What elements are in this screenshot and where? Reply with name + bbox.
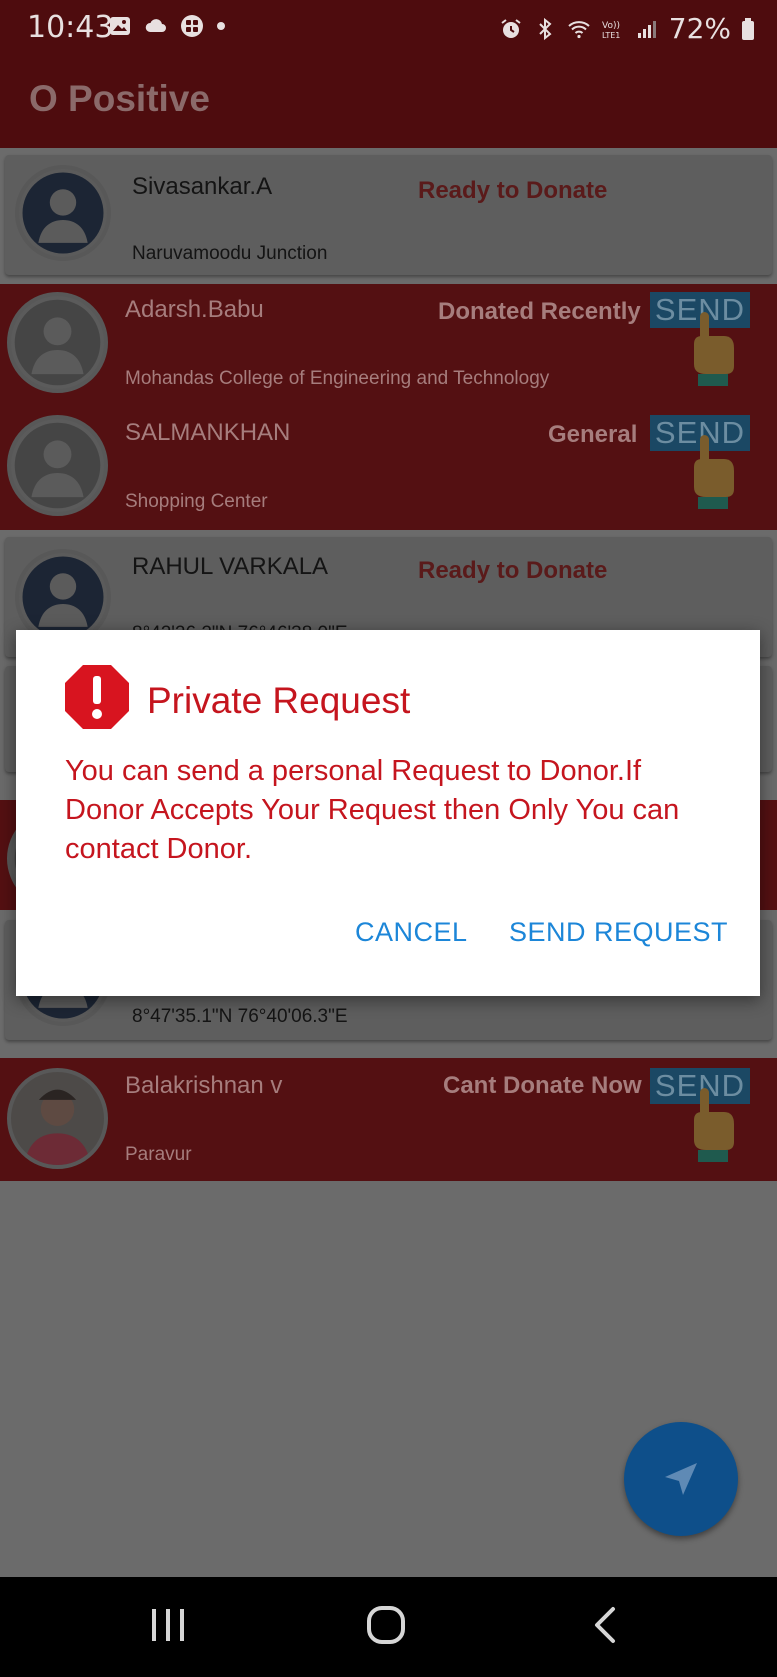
donor-name: RAHUL VARKALA <box>132 553 329 580</box>
volte-icon: Vo))LTE1 <box>602 21 620 40</box>
donor-status: Donated Recently <box>438 298 641 325</box>
donor-row[interactable]: Balakrishnan v Cant Donate Now Paravur S… <box>0 1058 777 1181</box>
avatar <box>7 415 108 516</box>
donor-status: Ready to Donate <box>418 557 608 584</box>
dot-icon <box>217 22 225 30</box>
svg-text:LTE1: LTE1 <box>602 31 620 40</box>
status-left-icons <box>108 14 226 38</box>
donor-name: Adarsh.Babu <box>125 296 264 323</box>
avatar <box>15 165 111 261</box>
donor-location: Paravur <box>125 1144 192 1165</box>
person-placeholder-icon <box>11 296 104 389</box>
person-placeholder-icon <box>19 169 107 257</box>
cloud-icon <box>145 19 166 32</box>
donor-row[interactable]: SALMANKHAN General Shopping Center SEND <box>0 407 777 530</box>
wifi-icon <box>568 20 590 38</box>
app-grid-icon <box>181 15 203 37</box>
tap-hand-icon <box>694 435 734 509</box>
status-bar: 10:43 Vo)) LTE1 72% <box>0 0 777 60</box>
error-octagon-icon <box>65 665 129 729</box>
avatar-photo <box>7 1068 108 1169</box>
person-placeholder-icon <box>19 553 107 641</box>
donor-row[interactable]: Adarsh.Babu Donated Recently Mohandas Co… <box>0 284 777 407</box>
system-nav-bar <box>0 1577 777 1677</box>
navigate-fab[interactable] <box>624 1422 738 1536</box>
status-right-icons: Vo)) LTE1 72% <box>499 12 755 45</box>
cancel-button[interactable]: CANCEL <box>355 917 468 948</box>
alarm-icon <box>501 18 521 38</box>
svg-text:Vo)): Vo)) <box>602 21 620 31</box>
donor-location: Naruvamoodu Junction <box>132 243 328 264</box>
donor-name: Sivasankar.A <box>132 173 273 200</box>
tap-hand-icon <box>694 1088 734 1162</box>
donor-name: SALMANKHAN <box>125 419 291 446</box>
bluetooth-icon <box>539 17 552 40</box>
page-title: O Positive <box>29 78 210 119</box>
donor-location: Mohandas College of Engineering and Tech… <box>125 368 550 389</box>
battery-icon <box>742 17 754 40</box>
navigation-arrow-icon <box>665 1463 697 1495</box>
donor-status: General <box>548 421 638 448</box>
donor-location: 8°47'35.1"N 76°40'06.3"E <box>132 1006 348 1027</box>
donor-status: Ready to Donate <box>418 177 608 204</box>
back-icon[interactable] <box>592 1605 618 1645</box>
status-time: 10:43 <box>27 10 114 45</box>
donor-status: Cant Donate Now <box>443 1072 642 1099</box>
person-placeholder-icon <box>11 419 104 512</box>
signal-icon <box>637 20 656 38</box>
send-request-button[interactable]: SEND REQUEST <box>509 917 728 948</box>
donor-location: Shopping Center <box>125 491 268 512</box>
home-icon[interactable] <box>366 1605 406 1645</box>
avatar <box>7 292 108 393</box>
private-request-dialog: Private Request You can send a personal … <box>16 630 760 996</box>
battery-percent: 72% <box>668 12 731 45</box>
donor-name: Balakrishnan v <box>125 1072 283 1099</box>
recents-icon[interactable] <box>150 1605 186 1645</box>
profile-photo-icon <box>11 1072 104 1165</box>
app-bar: O Positive <box>0 60 777 148</box>
dialog-title: Private Request <box>147 680 411 721</box>
tap-hand-icon <box>694 312 734 386</box>
gallery-icon <box>110 17 130 35</box>
dialog-message: You can send a personal Request to Donor… <box>65 755 680 865</box>
donor-card[interactable]: Sivasankar.A Ready to Donate Naruvamoodu… <box>5 155 772 275</box>
